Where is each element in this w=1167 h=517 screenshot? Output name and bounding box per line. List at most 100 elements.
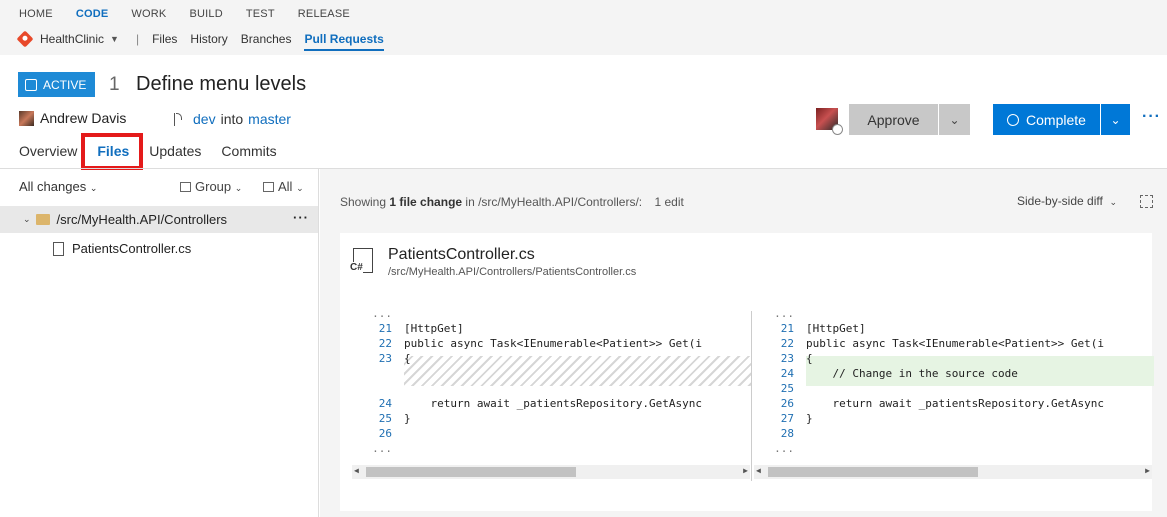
tab-updates[interactable]: Updates xyxy=(149,143,201,159)
hub-nav: HOME CODE WORK BUILD TEST RELEASE xyxy=(19,8,373,20)
file-diff-card: C# PatientsController.cs /src/MyHealth.A… xyxy=(340,233,1154,511)
pr-author: Andrew Davis xyxy=(19,110,126,126)
hub-work[interactable]: WORK xyxy=(131,8,166,20)
folder-row[interactable]: ⌄ /src/MyHealth.API/Controllers ··· xyxy=(0,206,318,233)
subnav-pull-requests[interactable]: Pull Requests xyxy=(304,32,385,51)
hub-code[interactable]: CODE xyxy=(76,8,109,20)
chevron-down-icon: ⌄ xyxy=(1109,197,1118,207)
chevron-down-icon: ⌄ xyxy=(296,183,304,193)
code-line: 26 return await _patientsRepository.GetA… xyxy=(780,397,1105,410)
group-label: Group xyxy=(195,179,232,194)
diff-view-label: Side-by-side diff xyxy=(1017,194,1103,208)
git-icon xyxy=(16,30,34,48)
all-changes-label: All changes xyxy=(19,179,87,194)
subnav-files[interactable]: Files xyxy=(152,32,177,46)
code-line: 24 return await _patientsRepository.GetA… xyxy=(378,397,703,410)
merge-icon xyxy=(1007,113,1020,126)
hub-release[interactable]: RELEASE xyxy=(298,8,350,20)
code-subnav: HealthClinic ▼ | Files History Branches … xyxy=(16,30,397,51)
repo-selector[interactable]: HealthClinic ▼ xyxy=(16,30,119,48)
author-name: Andrew Davis xyxy=(40,110,127,126)
subnav-history[interactable]: History xyxy=(190,32,227,46)
file-tree-panel: All changes ⌄ Group ⌄ All ⌄ ⌄ /src/MyHea… xyxy=(0,169,319,517)
complete-dropdown-button[interactable]: ⌄ xyxy=(1101,104,1130,135)
folder-path: /src/MyHealth.API/Controllers xyxy=(56,212,228,227)
source-branch-link[interactable]: dev xyxy=(193,111,216,127)
code-line: 21 [HttpGet] xyxy=(780,322,866,335)
code-line: ... xyxy=(774,442,794,455)
fullscreen-icon[interactable] xyxy=(1140,195,1153,208)
diff-view-dropdown[interactable]: Side-by-side diff ⌄ xyxy=(1017,194,1117,208)
comment-icon xyxy=(263,182,274,192)
diff-panel: Showing 1 file change in /src/MyHealth.A… xyxy=(320,169,1167,517)
all-changes-dropdown[interactable]: All changes ⌄ xyxy=(19,179,97,194)
group-dropdown[interactable]: Group ⌄ xyxy=(180,179,242,194)
code-line: 25 xyxy=(780,382,794,395)
diff-original-pane: ... 21 [HttpGet] 22 public async Task<IEnu… xyxy=(352,311,752,481)
chevron-down-icon[interactable]: ⌄ xyxy=(23,214,31,225)
subnav-separator: | xyxy=(135,32,140,46)
scrollbar-thumb[interactable] xyxy=(366,467,576,477)
more-actions-button[interactable]: ··· xyxy=(1142,108,1161,126)
approve-dropdown-button[interactable]: ⌄ xyxy=(939,104,970,135)
chevron-down-icon: ⌄ xyxy=(234,183,243,193)
summary-path: in /src/MyHealth.API/Controllers/: xyxy=(465,195,643,209)
scroll-right-icon[interactable]: ▶ xyxy=(1145,466,1150,475)
pull-request-icon xyxy=(25,78,37,91)
code-line: ... xyxy=(372,311,392,320)
subnav-branches[interactable]: Branches xyxy=(241,32,292,46)
all-label: All xyxy=(278,179,293,194)
csharp-file-icon xyxy=(53,241,64,256)
group-icon xyxy=(180,182,191,192)
scroll-right-icon[interactable]: ▶ xyxy=(743,466,748,475)
complete-button[interactable]: Complete xyxy=(993,104,1100,135)
scroll-left-icon[interactable]: ◀ xyxy=(756,466,761,475)
approve-button[interactable]: Approve xyxy=(849,104,938,135)
highlight-box xyxy=(81,133,143,170)
pr-tabs: Overview Files Updates Commits xyxy=(19,143,297,159)
status-label: ACTIVE xyxy=(43,77,87,92)
horizontal-scrollbar[interactable]: ◀ ▶ xyxy=(352,465,750,479)
hub-home[interactable]: HOME xyxy=(19,8,53,20)
status-badge: ACTIVE xyxy=(18,72,96,97)
hub-test[interactable]: TEST xyxy=(246,8,275,20)
code-line: 22 public async Task<IEnumerable<Patient>… xyxy=(378,337,703,350)
branch-icon xyxy=(174,112,184,126)
horizontal-scrollbar[interactable]: ◀ ▶ xyxy=(754,465,1152,479)
chevron-down-icon: ⌄ xyxy=(949,112,960,127)
diff-modified-pane: ... 21 [HttpGet] 22 public async Task<IEnu… xyxy=(754,311,1154,481)
into-label: into xyxy=(220,111,244,127)
file-name: PatientsController.cs xyxy=(72,241,192,256)
top-navigation: HOME CODE WORK BUILD TEST RELEASE Health… xyxy=(0,0,1167,55)
code-line: ... xyxy=(774,311,794,320)
branch-info: dev into master xyxy=(174,111,291,127)
target-branch-link[interactable]: master xyxy=(248,111,291,127)
summary-edits: 1 edit xyxy=(654,195,684,209)
code-line: 26 xyxy=(378,427,392,440)
tab-commits[interactable]: Commits xyxy=(221,143,276,159)
file-type-label: C# xyxy=(350,262,363,273)
clock-icon xyxy=(832,124,843,135)
code-line: ... xyxy=(372,442,392,455)
scrollbar-thumb[interactable] xyxy=(768,467,978,477)
folder-more-button[interactable]: ··· xyxy=(293,210,309,225)
summary-count: 1 file change xyxy=(389,195,463,209)
tab-overview[interactable]: Overview xyxy=(19,143,77,159)
repo-name: HealthClinic xyxy=(40,32,105,46)
scroll-left-icon[interactable]: ◀ xyxy=(354,466,359,475)
csharp-file-icon: C# xyxy=(350,248,373,273)
reviewer-avatar[interactable] xyxy=(816,108,843,135)
complete-label: Complete xyxy=(1026,111,1086,128)
code-line: 23{ xyxy=(378,352,411,365)
avatar xyxy=(19,110,34,126)
chevron-down-icon: ⌄ xyxy=(89,183,98,193)
all-comments-dropdown[interactable]: All ⌄ xyxy=(263,179,304,194)
code-line: 27} xyxy=(780,412,813,425)
chevron-down-icon: ▼ xyxy=(110,34,119,44)
hub-build[interactable]: BUILD xyxy=(189,8,222,20)
summary-prefix: Showing xyxy=(340,195,387,209)
diff-file-name[interactable]: PatientsController.cs xyxy=(388,246,535,264)
page-title: Define menu levels xyxy=(136,73,307,95)
file-row[interactable]: PatientsController.cs xyxy=(53,241,191,256)
code-line: 28 xyxy=(780,427,794,440)
